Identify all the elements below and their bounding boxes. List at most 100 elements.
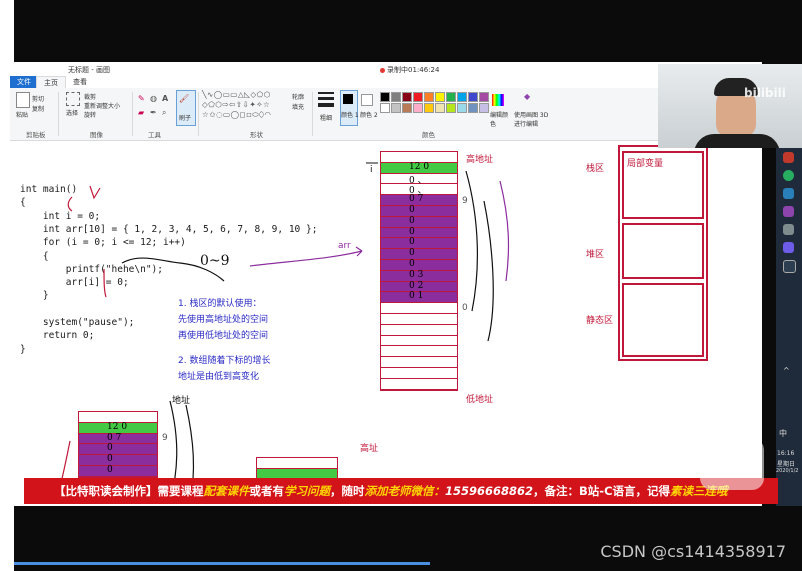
presenter-shirt — [694, 134, 780, 148]
bilibili-tv-icon[interactable] — [700, 438, 764, 490]
color2-swatch[interactable] — [361, 94, 373, 106]
color-swatch[interactable] — [413, 92, 423, 102]
copy-button[interactable]: 复制 — [32, 104, 44, 113]
color1-label: 颜色 1 — [341, 112, 359, 119]
shapes-gallery[interactable]: ╲∿◯▭▭△◺◇⬠⬡ — [202, 90, 271, 99]
color-swatch[interactable] — [391, 103, 401, 113]
banner-part-2: 配套课件 — [203, 484, 250, 498]
handwriting-strokes — [55, 162, 510, 504]
shapes-gallery-row2[interactable]: ◇⬠⬡⇨⇦⇧⇩✦✧☆ — [202, 100, 270, 109]
fill-button[interactable]: 填充 — [292, 102, 304, 111]
window-title: 无标题 - 画图 — [68, 66, 110, 74]
color-swatch[interactable] — [446, 103, 456, 113]
color-swatch[interactable] — [435, 103, 445, 113]
paint3d-button[interactable]: 使用画图 3D 进行编辑 — [514, 110, 554, 128]
brush-label: 刷子 — [179, 115, 192, 122]
color-swatch[interactable] — [402, 92, 412, 102]
side-taskbar: ^ 中 16:16 星期日 2020/1/2 — [776, 148, 802, 506]
clock-day: 星期日 — [777, 461, 796, 468]
eraser-icon[interactable]: ▰ — [138, 108, 144, 117]
color-swatch[interactable] — [391, 92, 401, 102]
color-swatch[interactable] — [413, 103, 423, 113]
visual-studio-icon[interactable] — [783, 242, 794, 253]
shapes-gallery-row3[interactable]: ☆✩◌▭◯◻◽⬭⬯◠ — [202, 110, 271, 120]
drawing-canvas[interactable]: int main(){ int i = 0; int arr[10] = { 1… — [10, 141, 762, 506]
color-swatch[interactable] — [380, 103, 390, 113]
size-line-1 — [318, 92, 334, 94]
brush-icon: 🖌 — [179, 94, 190, 103]
edit-colors-button[interactable]: 编辑颜色 — [490, 110, 510, 128]
clock-time[interactable]: 16:16 — [777, 450, 794, 457]
edit-colors-icon[interactable] — [492, 94, 504, 106]
chevron-up-icon[interactable]: ^ — [783, 366, 790, 375]
banner-part-4: 学习问题 — [284, 484, 330, 498]
color-swatch[interactable] — [479, 103, 489, 113]
outline-button[interactable]: 轮廓 — [292, 92, 304, 101]
chrome-icon[interactable] — [783, 170, 794, 181]
clipboard-group-label: 剪贴板 — [26, 131, 46, 139]
fill-icon[interactable]: ◍ — [150, 94, 157, 103]
color2-label: 颜色 2 — [360, 112, 378, 119]
divider — [58, 92, 59, 136]
shapes-group-label: 形状 — [250, 131, 263, 139]
divider — [198, 92, 199, 136]
webcam-overlay: bilibili — [658, 64, 802, 148]
paint-window: 无标题 - 画图 录制中01:46:24 文件 主页 查看 粘贴 剪切 复制 剪… — [10, 62, 762, 506]
title-bar: 无标题 - 画图 录制中01:46:24 — [10, 62, 762, 76]
select-icon[interactable] — [66, 92, 80, 106]
recording-indicator: 录制中01:46:24 — [380, 65, 439, 75]
app-icon[interactable] — [783, 260, 796, 273]
app-icon[interactable] — [783, 224, 794, 235]
size-line-3 — [318, 103, 334, 107]
color-swatch[interactable] — [380, 92, 390, 102]
colors-group-label: 颜色 — [422, 131, 435, 139]
pencil-icon[interactable]: ✎ — [138, 94, 145, 103]
size-line-2 — [318, 97, 334, 100]
tab-file[interactable]: 文件 — [10, 76, 38, 88]
crop-button[interactable]: 裁剪 — [84, 92, 96, 101]
divider — [312, 92, 313, 136]
color-swatch[interactable] — [457, 103, 467, 113]
color-picker-icon[interactable]: ✒ — [150, 108, 157, 117]
paste-label[interactable]: 粘贴 — [16, 110, 28, 119]
select-button[interactable]: 选择 — [66, 108, 78, 117]
app-icon[interactable] — [783, 152, 794, 163]
banner-part-6: 添加老师微信： — [364, 484, 446, 498]
banner-phone: 15596668862 — [445, 484, 534, 498]
banner-part-1: 【比特职读会制作】需要课程 — [54, 484, 204, 498]
paste-icon[interactable] — [16, 92, 30, 108]
csdn-watermark: CSDN @cs1414358917 — [600, 542, 786, 561]
language-indicator[interactable]: 中 — [779, 428, 787, 439]
color-swatch[interactable] — [468, 92, 478, 102]
color-swatch[interactable] — [424, 92, 434, 102]
color-swatch[interactable] — [468, 103, 478, 113]
bilibili-logo: bilibili — [744, 86, 786, 100]
color-swatch[interactable] — [402, 103, 412, 113]
paint3d-icon[interactable]: ◆ — [524, 92, 530, 101]
banner-part-3: 或者有 — [249, 484, 285, 498]
play-icon — [726, 454, 742, 474]
tab-view[interactable]: 查看 — [66, 76, 94, 88]
resize-button[interactable]: 重新调整大小 — [84, 101, 120, 110]
clock-date: 2020/1/2 — [776, 468, 799, 474]
color-swatch[interactable] — [424, 103, 434, 113]
app-icon[interactable] — [783, 206, 794, 217]
size-button[interactable]: 粗细 — [320, 113, 332, 122]
color-swatch[interactable] — [479, 92, 489, 102]
banner-part-8: ，备注：B站-C语言，记得 — [533, 484, 671, 498]
ribbon: 粘贴 剪切 复制 剪贴板 选择 裁剪 重新调整大小 旋转 图像 ✎ ◍ A ▰ … — [10, 88, 762, 141]
color1-swatch — [343, 94, 353, 104]
banner-part-5: ，随时 — [330, 484, 365, 498]
app-icon[interactable] — [783, 188, 794, 199]
video-progress-bar[interactable] — [14, 562, 430, 565]
image-group-label: 图像 — [90, 131, 103, 139]
magnifier-icon[interactable]: ⌕ — [162, 108, 166, 118]
color-swatch[interactable] — [435, 92, 445, 102]
rotate-button[interactable]: 旋转 — [84, 110, 96, 119]
divider — [132, 92, 133, 136]
cut-button[interactable]: 剪切 — [32, 94, 44, 103]
tools-group-label: 工具 — [148, 131, 161, 139]
color-swatch[interactable] — [457, 92, 467, 102]
text-icon[interactable]: A — [162, 94, 168, 103]
color-swatch[interactable] — [446, 92, 456, 102]
